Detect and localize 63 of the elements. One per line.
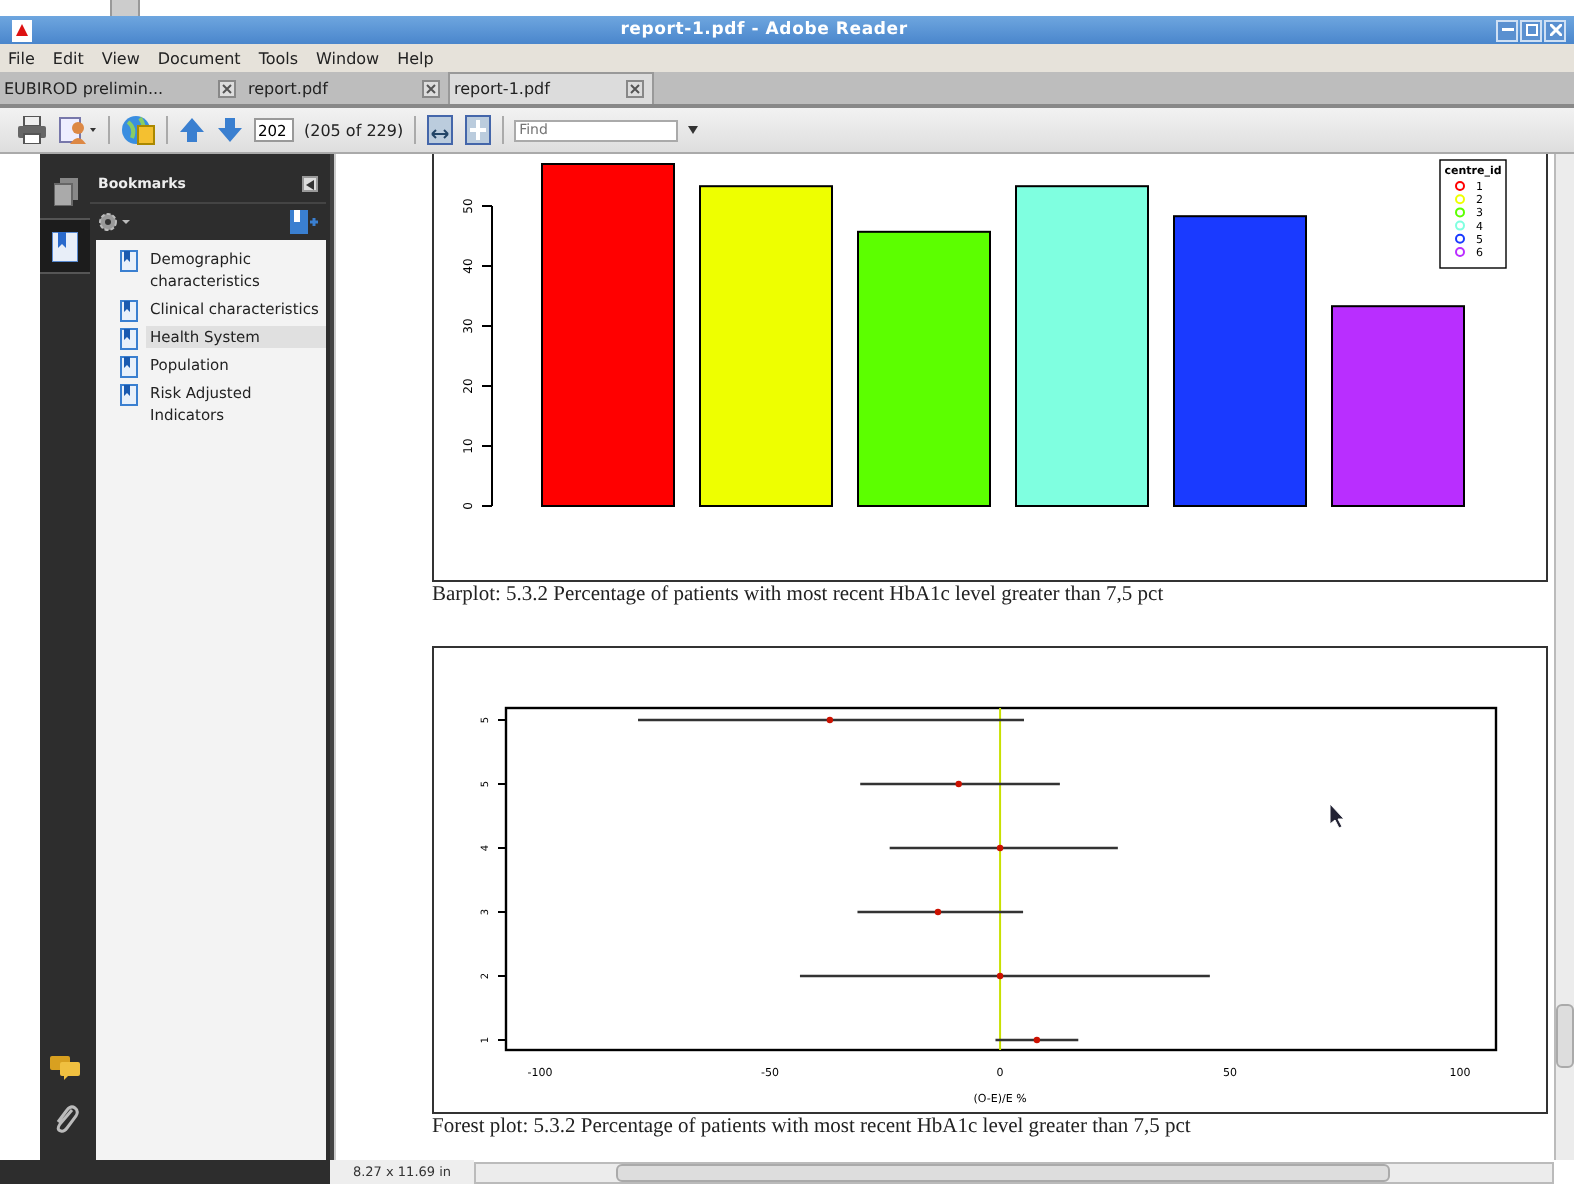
caret-icon[interactable] <box>687 126 698 134</box>
figure-caption: Forest plot: 5.3.2 Percentage of patients with most recent HbA1c level greater than 7,5 pct <box>432 1116 1193 1138</box>
print-icon[interactable] <box>16 116 48 144</box>
scroll-thumb[interactable] <box>1556 1004 1574 1068</box>
menu-item[interactable]: View <box>101 49 140 67</box>
estimate-point <box>996 844 1004 852</box>
document-tab[interactable]: report-1.pdf <box>448 72 654 104</box>
legend-frame <box>1439 159 1507 269</box>
estimate-point <box>826 716 834 724</box>
menu-item[interactable]: Edit <box>52 49 84 67</box>
axis-tick <box>497 975 507 977</box>
people-icon[interactable] <box>58 116 98 144</box>
collapse-button[interactable] <box>302 176 318 192</box>
close-icon[interactable] <box>218 80 236 98</box>
close-icon <box>1549 24 1561 36</box>
bookmark-icon <box>120 356 138 378</box>
menu-item[interactable]: Tools <box>258 49 299 67</box>
maximize-icon <box>1525 24 1537 36</box>
minimize-icon <box>1501 28 1513 32</box>
menu-item[interactable]: Help <box>397 49 434 67</box>
estimate-point <box>996 972 1004 980</box>
document-tab[interactable]: EUBIROD prelimin... <box>0 74 244 104</box>
comments-icon[interactable] <box>49 1056 81 1080</box>
new-bookmark-icon[interactable] <box>290 210 318 234</box>
globe-icon[interactable] <box>120 114 156 146</box>
axis-tick <box>497 783 507 785</box>
page-count: (205 of 229) <box>304 121 404 139</box>
close-icon[interactable] <box>422 80 440 98</box>
axis-tick <box>497 1039 507 1041</box>
document-tab[interactable]: report.pdf <box>244 74 448 104</box>
close-button[interactable] <box>1544 19 1566 41</box>
maximize-button[interactable] <box>1520 19 1542 41</box>
gear-icon[interactable] <box>98 212 134 232</box>
tab-label: report-1.pdf <box>454 80 550 98</box>
bookmark-icon <box>120 300 138 322</box>
tab-label: report.pdf <box>248 80 328 98</box>
paperclip-icon[interactable] <box>51 1104 79 1136</box>
arrow-down-icon[interactable] <box>216 116 244 144</box>
bookmark-icon[interactable] <box>52 231 78 261</box>
pages-icon[interactable] <box>53 178 77 206</box>
menu-item[interactable]: Window <box>316 49 380 67</box>
menu-item[interactable]: File <box>8 49 35 67</box>
mouse-cursor-icon <box>1329 803 1345 829</box>
window-title: report-1.pdf - Adobe Reader <box>618 20 910 40</box>
tab-label: EUBIROD prelimin... <box>4 80 164 98</box>
estimate-point <box>955 780 962 788</box>
figure-caption: Barplot: 5.3.2 Percentage of patients with most recent HbA1c level greater than 7,5 pct <box>432 584 1166 606</box>
app-icon <box>12 19 32 41</box>
horizontal-scrollbar[interactable] <box>474 1161 1554 1183</box>
fit-page-icon[interactable] <box>463 114 492 146</box>
arrow-up-icon[interactable] <box>178 116 206 144</box>
axis-tick <box>497 719 507 721</box>
fit-width-icon[interactable] <box>425 114 454 146</box>
close-icon[interactable] <box>626 80 644 98</box>
bookmark-icon <box>120 328 138 350</box>
axis-tick <box>497 911 507 913</box>
estimate-point <box>1033 1036 1041 1044</box>
menu-item[interactable]: Document <box>157 49 241 67</box>
bookmark-icon <box>120 384 138 406</box>
minimize-button[interactable] <box>1496 19 1518 41</box>
estimate-point <box>934 908 942 916</box>
axis-tick <box>497 847 507 849</box>
bookmark-icon <box>120 250 138 272</box>
